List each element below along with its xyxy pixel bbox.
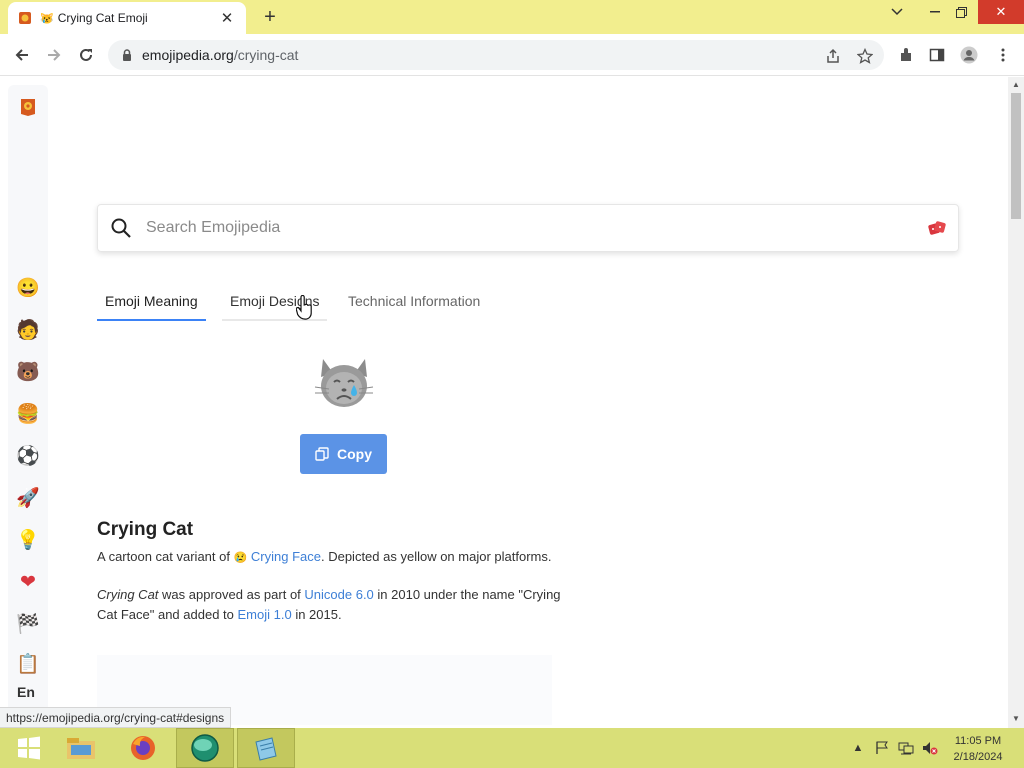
scroll-up-arrow-icon[interactable]: ▲ [1012, 81, 1020, 89]
tab-title: Crying Cat Emoji [57, 11, 148, 25]
share-icon[interactable] [824, 47, 842, 65]
emoji-history: Crying Cat was approved as part of Unico… [97, 585, 567, 625]
crying-face-small-emoji: 😢 [233, 552, 248, 564]
category-travel-icon[interactable]: 🚀 [16, 487, 40, 509]
emoji-title: Crying Cat [97, 519, 194, 540]
reload-icon[interactable] [72, 42, 100, 68]
hand-cursor-icon [296, 295, 312, 320]
search-box[interactable] [97, 204, 959, 252]
copy-label: Copy [337, 446, 372, 462]
start-button[interactable] [0, 728, 58, 768]
profile-avatar-icon[interactable] [960, 46, 978, 64]
tab-close-icon[interactable]: ✕ [218, 9, 236, 27]
active-app-taskbar-button[interactable] [176, 728, 234, 768]
browser-tab-strip: 😿 Crying Cat Emoji ✕ + ✕ [0, 0, 1024, 34]
tab-emoji-meaning[interactable]: Emoji Meaning [97, 293, 206, 321]
scrollbar-thumb[interactable] [1011, 93, 1021, 219]
emoji-description: A cartoon cat variant of 😢 Crying Face. … [97, 549, 551, 564]
search-icon [111, 218, 131, 238]
emoji-version-link[interactable]: Emoji 1.0 [238, 607, 292, 622]
window-close-button[interactable]: ✕ [978, 0, 1024, 24]
url-path: /crying-cat [233, 47, 299, 63]
tab-search-chevron-icon[interactable] [880, 0, 914, 24]
url-host: emojipedia.org [142, 47, 234, 63]
app-sphere-icon [191, 734, 219, 762]
copy-icon [315, 447, 329, 461]
category-symbols-icon[interactable]: ❤ [17, 571, 39, 593]
restore-button[interactable] [944, 0, 978, 24]
category-objects-icon[interactable]: 💡 [16, 529, 40, 551]
random-dice-icon[interactable] [928, 219, 946, 237]
back-arrow-icon[interactable] [8, 42, 36, 68]
action-center-flag-icon[interactable] [874, 740, 890, 756]
browser-tab-active[interactable]: 😿 Crying Cat Emoji ✕ [8, 2, 246, 34]
category-sidebar: 😀 🧑 🐻 🍔 ⚽ 🚀 💡 ❤ 🏁 📋 En [8, 85, 48, 725]
category-flags-icon[interactable]: 🏁 [16, 613, 40, 635]
category-smileys-icon[interactable]: 😀 [16, 277, 40, 299]
network-icon[interactable] [898, 740, 914, 756]
folder-icon [67, 738, 95, 759]
taskbar-clock[interactable]: 11:05 PM 2/18/2024 [948, 733, 1008, 765]
tab-technical-information[interactable]: Technical Information [340, 293, 488, 319]
extensions-icon[interactable] [897, 46, 915, 64]
windows-taskbar: ▲ 11:05 PM 2/18/2024 [0, 728, 1024, 768]
category-people-icon[interactable]: 🧑 [16, 319, 40, 341]
bookmark-star-icon[interactable] [856, 47, 874, 65]
firefox-taskbar-button[interactable] [114, 728, 172, 768]
description-text: A cartoon cat variant of [97, 549, 234, 564]
language-selector[interactable]: En [17, 684, 35, 700]
crying-face-link[interactable]: Crying Face [251, 549, 321, 564]
description-text-end: . Depicted as yellow on major platforms. [320, 549, 552, 564]
history-text-3: in 2015. [291, 607, 342, 622]
category-food-icon[interactable]: 🍔 [16, 403, 40, 425]
category-animals-icon[interactable]: 🐻 [16, 361, 40, 383]
crying-cat-emoji-icon [314, 359, 374, 407]
volume-muted-icon[interactable] [922, 740, 938, 756]
page-scrollbar[interactable]: ▲ ▼ [1008, 77, 1024, 728]
firefox-icon [131, 736, 155, 760]
emojipedia-favicon-icon [19, 12, 31, 24]
side-panel-icon[interactable] [928, 46, 946, 64]
url-bar[interactable]: emojipedia.org/crying-cat [108, 40, 884, 70]
scroll-down-arrow-icon[interactable]: ▼ [1012, 715, 1020, 723]
forward-arrow-icon[interactable] [40, 42, 68, 68]
history-text-1: was approved as part of [158, 587, 305, 602]
new-tab-button[interactable]: + [258, 6, 282, 28]
category-clipboard-icon[interactable]: 📋 [16, 653, 40, 675]
file-explorer-taskbar-button[interactable] [52, 728, 110, 768]
clock-date: 2/18/2024 [953, 751, 1003, 763]
link-status-bar: https://emojipedia.org/crying-cat#design… [0, 707, 232, 728]
emojipedia-logo-icon[interactable] [19, 97, 37, 117]
notepad-icon [255, 737, 277, 761]
category-activities-icon[interactable]: ⚽ [16, 445, 40, 467]
copy-button[interactable]: Copy [300, 434, 387, 474]
history-emoji-name: Crying Cat [97, 587, 159, 602]
tab-title-emoji: 😿 [40, 12, 54, 25]
notepad-taskbar-button[interactable] [237, 728, 295, 768]
lock-icon [123, 49, 131, 61]
search-input[interactable] [146, 219, 906, 237]
clock-time: 11:05 PM [954, 735, 1002, 747]
address-toolbar: emojipedia.org/crying-cat [0, 34, 1024, 76]
tray-overflow-chevron-icon[interactable]: ▲ [850, 740, 866, 756]
unicode-version-link[interactable]: Unicode 6.0 [304, 587, 373, 602]
browser-menu-icon[interactable] [994, 46, 1012, 64]
page-viewport: 😀 🧑 🐻 🍔 ⚽ 🚀 💡 ❤ 🏁 📋 En Emoji Meaning Emo… [0, 77, 1008, 728]
windows-logo-icon [18, 736, 40, 760]
